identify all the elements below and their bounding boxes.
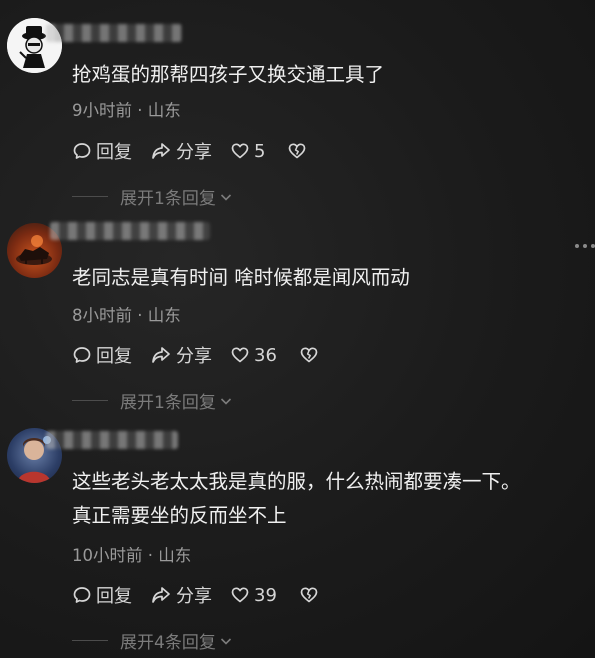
dislike-button[interactable]: [299, 345, 323, 365]
comment-text-line: 真正需要坐的反而坐不上: [72, 504, 287, 527]
share-button[interactable]: 分享: [150, 342, 212, 368]
username-redacted: [50, 222, 210, 240]
like-count: 5: [254, 140, 266, 162]
chevron-down-icon: [220, 637, 231, 645]
chevron-down-icon: [220, 193, 231, 201]
comment-icon: [73, 587, 91, 603]
expand-replies-label: 展开1条回复: [120, 189, 216, 209]
broken-heart-icon: [300, 587, 318, 603]
username-redacted: [46, 24, 182, 42]
reply-label: 回复: [96, 586, 132, 607]
divider: [72, 640, 108, 641]
dislike-button[interactable]: [287, 141, 311, 161]
comment-text: 抢鸡蛋的那帮四孩子又换交通工具了: [72, 60, 384, 90]
comment-icon: [73, 347, 91, 363]
username-redacted: [46, 431, 178, 449]
comment-meta: 10小时前 · 山东: [72, 546, 192, 565]
like-button[interactable]: 5: [230, 141, 265, 162]
like-button[interactable]: 39: [230, 585, 277, 606]
chevron-down-icon: [220, 397, 231, 405]
reply-label: 回复: [96, 346, 132, 367]
expand-replies[interactable]: 展开1条回复: [72, 388, 233, 413]
share-icon: [152, 587, 170, 603]
comment-text: 这些老头老太太我是真的服，什么热闹都要凑一下。 真正需要坐的反而坐不上: [72, 467, 521, 531]
broken-heart-icon: [300, 347, 318, 363]
share-button[interactable]: 分享: [150, 138, 212, 164]
comment-text-line: 老同志是真有时间 啥时候都是闻风而动: [72, 266, 410, 289]
divider: [72, 400, 108, 401]
heart-icon: [231, 587, 249, 603]
expand-replies[interactable]: 展开1条回复: [72, 184, 233, 209]
reply-button[interactable]: 回复: [72, 342, 132, 368]
comment-actions: 回复 分享 36: [72, 342, 341, 368]
share-button[interactable]: 分享: [150, 582, 212, 608]
expand-replies-label: 展开1条回复: [120, 393, 216, 413]
reply-label: 回复: [96, 142, 132, 163]
reply-button[interactable]: 回复: [72, 582, 132, 608]
reply-button[interactable]: 回复: [72, 138, 132, 164]
share-label: 分享: [176, 346, 212, 367]
more-button[interactable]: [571, 244, 595, 248]
comment-meta: 9小时前 · 山东: [72, 101, 181, 120]
more-icon-dot: [591, 244, 595, 248]
like-count: 36: [254, 344, 277, 366]
heart-icon: [231, 143, 249, 159]
share-label: 分享: [176, 586, 212, 607]
share-icon: [152, 143, 170, 159]
like-count: 39: [254, 584, 277, 606]
comment-text-line: 这些老头老太太我是真的服，什么热闹都要凑一下。: [72, 470, 521, 493]
dislike-button[interactable]: [299, 585, 323, 605]
comment-actions: 回复 分享 5: [72, 138, 329, 164]
more-icon: [575, 244, 579, 248]
comment-actions: 回复 分享 39: [72, 582, 341, 608]
expand-replies-label: 展开4条回复: [120, 633, 216, 653]
broken-heart-icon: [289, 143, 306, 159]
comment-meta: 8小时前 · 山东: [72, 306, 181, 325]
divider: [72, 196, 108, 197]
share-label: 分享: [176, 142, 212, 163]
comment-text-line: 抢鸡蛋的那帮四孩子又换交通工具了: [72, 63, 385, 86]
like-button[interactable]: 36: [230, 345, 277, 366]
expand-replies[interactable]: 展开4条回复: [72, 628, 233, 653]
heart-icon: [231, 347, 249, 363]
comment-icon: [73, 143, 91, 159]
comment-text: 老同志是真有时间 啥时候都是闻风而动: [72, 263, 410, 293]
share-icon: [152, 347, 170, 363]
more-icon-dot: [583, 244, 587, 248]
